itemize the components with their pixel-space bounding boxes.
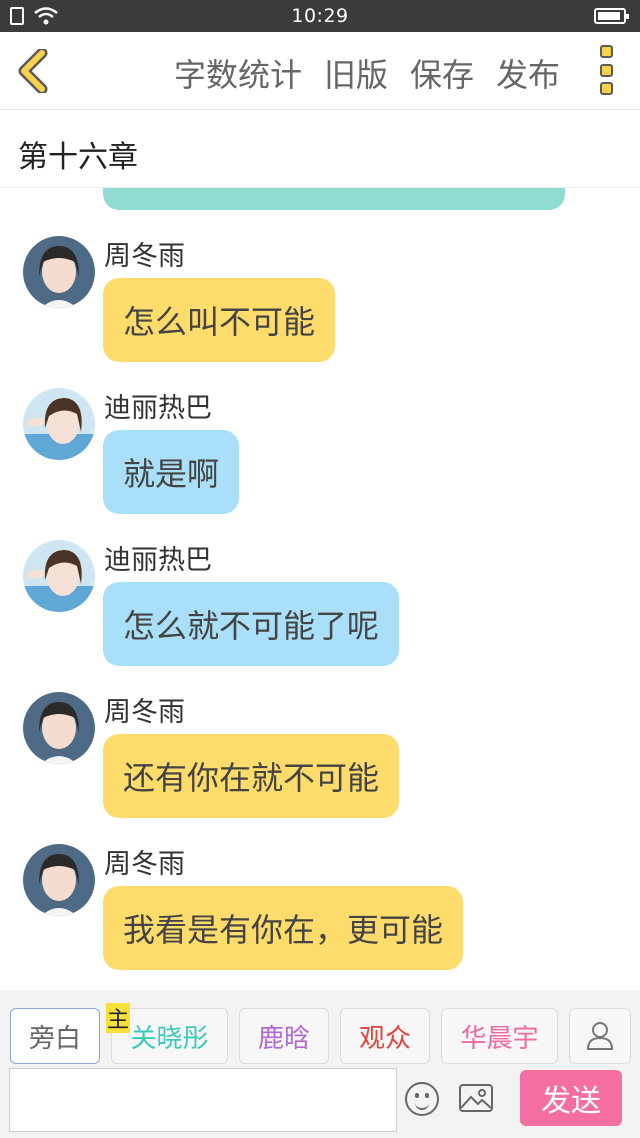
chapter-header[interactable]: 第十六章 bbox=[0, 110, 640, 188]
avatar[interactable] bbox=[23, 388, 95, 460]
chat-message: 周冬雨 我看是有你在，更可能 bbox=[0, 844, 640, 984]
battery-icon bbox=[594, 8, 629, 24]
role-label: 旁白 bbox=[28, 1023, 81, 1054]
main-role-badge: 主 bbox=[106, 1003, 130, 1033]
role-narrator[interactable]: 旁白 bbox=[10, 1008, 100, 1064]
word-count-button[interactable]: 字数统计 bbox=[174, 50, 302, 96]
role-label: 观众 bbox=[358, 1023, 411, 1054]
message-bubble[interactable]: 我看是有你在，更可能 bbox=[103, 886, 464, 970]
previous-message-bubble[interactable] bbox=[103, 188, 565, 210]
role-audience[interactable]: 观众 bbox=[340, 1008, 430, 1064]
avatar[interactable] bbox=[23, 236, 95, 308]
status-time: 10:29 bbox=[291, 5, 349, 27]
sender-name: 周冬雨 bbox=[104, 849, 185, 880]
chapter-title: 第十六章 bbox=[18, 140, 138, 175]
send-button[interactable]: 发送 bbox=[520, 1070, 622, 1126]
message-bubble[interactable]: 怎么就不可能了呢 bbox=[103, 582, 400, 666]
message-bubble[interactable]: 怎么叫不可能 bbox=[103, 278, 336, 362]
chat-message: 周冬雨 怎么叫不可能 bbox=[0, 236, 640, 376]
publish-button[interactable]: 发布 bbox=[496, 50, 560, 96]
sender-name: 迪丽热巴 bbox=[104, 545, 212, 576]
sender-name: 周冬雨 bbox=[104, 241, 185, 272]
chat-list[interactable]: 周冬雨 怎么叫不可能 迪丽热巴 就是啊 迪丽热巴 怎么就不可能了呢 周冬雨 还有… bbox=[0, 188, 640, 988]
sender-name: 迪丽热巴 bbox=[104, 393, 212, 424]
avatar[interactable] bbox=[23, 540, 95, 612]
add-role-button[interactable] bbox=[569, 1008, 631, 1064]
image-icon[interactable] bbox=[459, 1084, 493, 1112]
chat-message: 迪丽热巴 就是啊 bbox=[0, 388, 640, 528]
role-hua-chenyu[interactable]: 华晨宇 bbox=[441, 1008, 558, 1064]
person-icon bbox=[586, 1022, 614, 1050]
message-bubble[interactable]: 还有你在就不可能 bbox=[103, 734, 400, 818]
toolbar-actions: 字数统计 旧版 保存 发布 bbox=[174, 50, 560, 96]
message-bubble[interactable]: 就是啊 bbox=[103, 430, 240, 514]
save-button[interactable]: 保存 bbox=[410, 50, 474, 96]
role-label: 华晨宇 bbox=[460, 1023, 539, 1054]
role-selector: 旁白 主 关晓彤 鹿晗 观众 华晨宇 bbox=[0, 990, 640, 1068]
avatar[interactable] bbox=[23, 692, 95, 764]
role-label: 关晓彤 bbox=[130, 1023, 209, 1054]
editor-toolbar: 字数统计 旧版 保存 发布 bbox=[0, 32, 640, 110]
emoji-icon[interactable] bbox=[405, 1082, 439, 1116]
input-bar: 发送 bbox=[0, 1068, 640, 1138]
more-menu-icon[interactable] bbox=[600, 45, 614, 95]
role-label: 鹿晗 bbox=[257, 1023, 310, 1054]
back-arrow-icon[interactable] bbox=[14, 49, 54, 93]
chat-message: 周冬雨 还有你在就不可能 bbox=[0, 692, 640, 832]
old-version-button[interactable]: 旧版 bbox=[324, 50, 388, 96]
status-bar: 10:29 bbox=[0, 0, 640, 32]
role-guan-xiaotong[interactable]: 主 关晓彤 bbox=[106, 1003, 228, 1064]
message-input[interactable] bbox=[9, 1068, 397, 1132]
chat-message: 迪丽热巴 怎么就不可能了呢 bbox=[0, 540, 640, 680]
sender-name: 周冬雨 bbox=[104, 697, 185, 728]
avatar[interactable] bbox=[23, 844, 95, 916]
role-lu-han[interactable]: 鹿晗 bbox=[239, 1008, 329, 1064]
